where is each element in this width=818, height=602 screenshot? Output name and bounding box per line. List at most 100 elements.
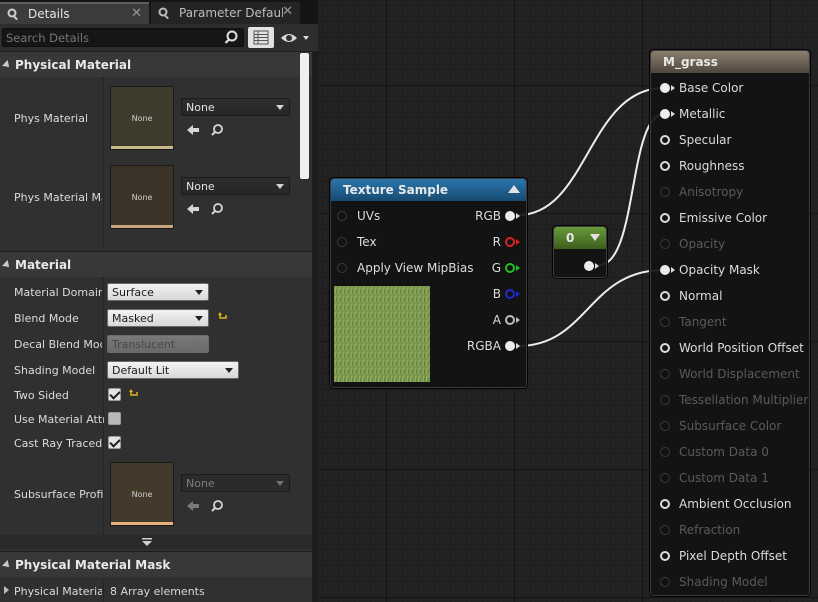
- collapsed-triangle-icon[interactable]: [4, 586, 9, 594]
- grid-list-icon: [253, 30, 269, 45]
- search-input[interactable]: [6, 30, 216, 45]
- material-result-node[interactable]: M_grass Base Color Metallic Specular Roughn…: [649, 49, 811, 597]
- material-input-pin[interactable]: [660, 135, 670, 145]
- expand-icon[interactable]: [590, 234, 600, 241]
- section-material[interactable]: Material: [0, 251, 312, 277]
- input-pin[interactable]: [337, 211, 347, 221]
- close-icon[interactable]: ✕: [131, 6, 142, 21]
- visibility-options-button[interactable]: [279, 29, 313, 47]
- browse-magnifier-icon[interactable]: [210, 123, 224, 137]
- section-physical-material-mask[interactable]: Physical Material Mask: [0, 551, 312, 577]
- thumbnail-bar: [111, 146, 173, 149]
- subsurface-profile-thumbnail[interactable]: None: [110, 462, 174, 526]
- material-input-pin[interactable]: [660, 577, 670, 587]
- material-pin-label: Refraction: [679, 523, 741, 537]
- material-input-pin[interactable]: [660, 161, 670, 171]
- pin-arrow-icon: [595, 263, 599, 269]
- material-input-pin[interactable]: [660, 395, 670, 405]
- chevron-down-icon: [225, 368, 233, 373]
- tab-details[interactable]: Details ✕: [0, 2, 149, 24]
- use-material-attributes-label: Use Material Attri: [14, 413, 104, 426]
- magnifier-icon[interactable]: [224, 30, 239, 45]
- advanced-expander[interactable]: [0, 535, 312, 549]
- dropdown-value: Default Lit: [112, 363, 170, 377]
- material-input-pin[interactable]: [660, 265, 670, 275]
- tab-parameter-defaults-label: Parameter Defaults: [179, 6, 283, 20]
- section-physical-material[interactable]: Physical Material: [0, 51, 312, 77]
- pin-arrow-icon: [516, 213, 520, 219]
- r-output-pin[interactable]: [505, 237, 515, 247]
- input-pin[interactable]: [337, 263, 347, 273]
- eye-icon: [281, 34, 309, 42]
- a-output-pin[interactable]: [505, 315, 515, 325]
- dropdown-value: Surface: [112, 285, 154, 299]
- constant-node[interactable]: 0: [552, 225, 608, 279]
- close-icon[interactable]: ✕: [282, 4, 293, 19]
- blend-mode-dropdown[interactable]: Masked: [107, 309, 209, 327]
- subsurface-profile-label: Subsurface Profil: [14, 488, 104, 501]
- use-material-attributes-checkbox[interactable]: [108, 412, 121, 425]
- material-input-pin[interactable]: [660, 447, 670, 457]
- material-input-pin[interactable]: [660, 421, 670, 431]
- rgba-pin-label: RGBA: [466, 339, 501, 353]
- rgba-output-pin[interactable]: [505, 341, 515, 351]
- phys-material-thumbnail[interactable]: None: [110, 86, 174, 150]
- material-domain-dropdown[interactable]: Surface: [107, 283, 209, 301]
- reset-to-default-icon[interactable]: [129, 389, 139, 399]
- rgb-output-pin[interactable]: [505, 211, 515, 221]
- two-sided-label: Two Sided: [14, 389, 69, 402]
- two-sided-checkbox[interactable]: [108, 388, 121, 401]
- texture-sample-node[interactable]: Texture Sample UVs Tex Apply View MipBia…: [329, 177, 528, 389]
- reset-to-default-icon[interactable]: [218, 312, 228, 322]
- material-input-pin[interactable]: [660, 525, 670, 535]
- uvs-pin-label: UVs: [357, 209, 381, 223]
- material-input-pin[interactable]: [660, 317, 670, 327]
- browse-magnifier-icon[interactable]: [210, 499, 224, 513]
- input-pin[interactable]: [337, 237, 347, 247]
- view-options-button[interactable]: [248, 27, 274, 48]
- phys-material-dropdown[interactable]: None: [181, 98, 290, 116]
- material-input-pin[interactable]: [660, 499, 670, 509]
- subsurface-profile-dropdown[interactable]: None: [181, 474, 290, 492]
- b-output-pin[interactable]: [505, 289, 515, 299]
- material-input-pin[interactable]: [660, 291, 670, 301]
- use-selected-arrow-icon[interactable]: [186, 203, 200, 215]
- material-input-pin[interactable]: [660, 239, 670, 249]
- material-pin-label: Custom Data 1: [679, 471, 769, 485]
- material-input-pin[interactable]: [660, 213, 670, 223]
- material-input-pin[interactable]: [660, 369, 670, 379]
- decal-blend-mode-dropdown[interactable]: Translucent: [107, 335, 209, 353]
- tex-pin-label: Tex: [357, 235, 377, 249]
- pin-arrow-icon: [516, 239, 520, 245]
- rgb-pin-label: RGB: [475, 209, 501, 223]
- collapse-icon[interactable]: [508, 185, 520, 193]
- material-input-pin[interactable]: [660, 83, 670, 93]
- material-pin-label: Metallic: [679, 107, 726, 121]
- phys-material-mask-thumbnail[interactable]: None: [110, 165, 174, 229]
- g-output-pin[interactable]: [505, 263, 515, 273]
- material-input-pin[interactable]: [660, 343, 670, 353]
- material-input-pin[interactable]: [660, 551, 670, 561]
- tab-parameter-defaults[interactable]: Parameter Defaults ✕: [151, 2, 300, 24]
- material-input-pin[interactable]: [660, 187, 670, 197]
- cast-ray-traced-shadows-checkbox[interactable]: [108, 436, 121, 449]
- use-selected-arrow-icon[interactable]: [186, 500, 200, 512]
- material-pin-label: World Position Offset: [679, 341, 804, 355]
- chevron-down-icon: [142, 538, 152, 546]
- node-title: Texture Sample: [343, 183, 449, 197]
- search-doc-icon: [158, 7, 169, 20]
- decal-blend-mode-label: Decal Blend Mode: [14, 338, 102, 351]
- constant-output-pin[interactable]: [584, 261, 594, 271]
- material-graph[interactable]: Texture Sample UVs Tex Apply View MipBia…: [318, 0, 818, 602]
- pin-arrow-icon: [516, 343, 520, 349]
- material-input-pin[interactable]: [660, 473, 670, 483]
- phys-material-mask-dropdown[interactable]: None: [181, 177, 290, 195]
- use-selected-arrow-icon[interactable]: [186, 124, 200, 136]
- browse-magnifier-icon[interactable]: [210, 202, 224, 216]
- material-pin-label: World Displacement: [679, 367, 800, 381]
- scrollbar-thumb[interactable]: [300, 53, 309, 179]
- material-pin-label: Custom Data 0: [679, 445, 769, 459]
- cast-ray-traced-shadows-label: Cast Ray Traced S: [14, 437, 104, 450]
- material-input-pin[interactable]: [660, 109, 670, 119]
- shading-model-dropdown[interactable]: Default Lit: [107, 361, 239, 379]
